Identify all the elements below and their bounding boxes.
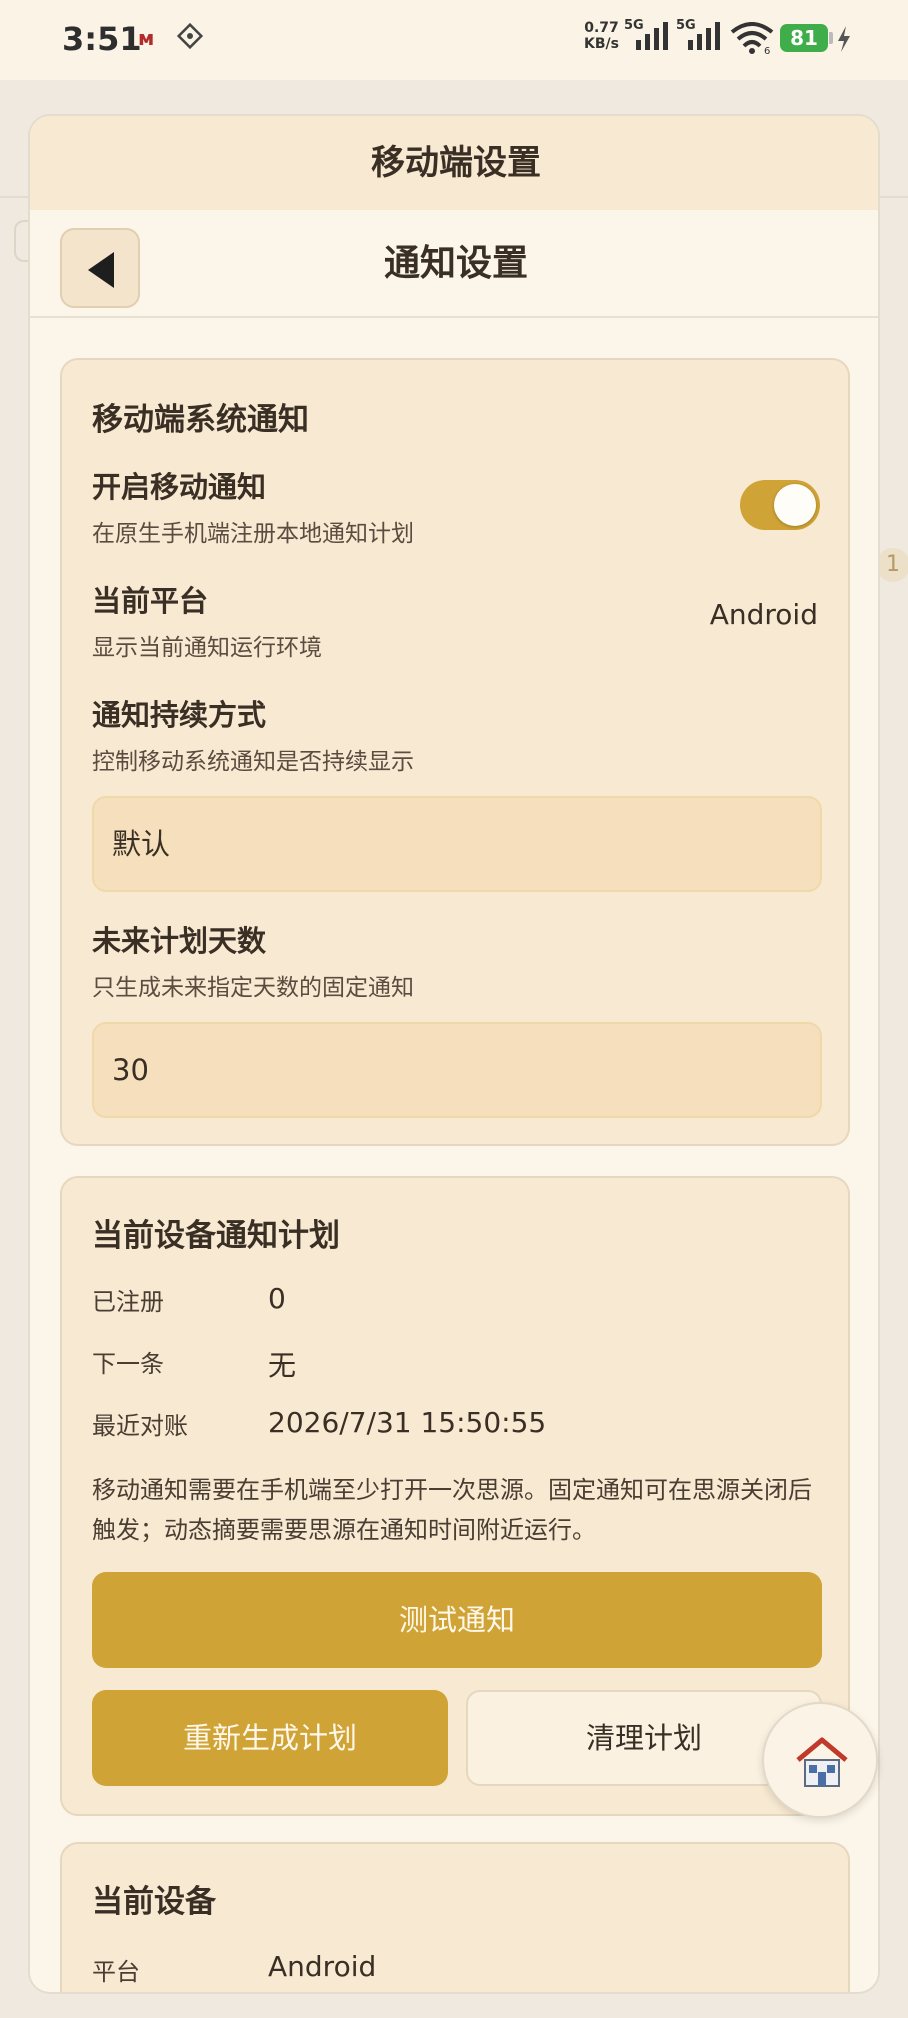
status-bar: 3:51 ᴍ 0.77 KB/s 5G 5G 6 81 — [0, 0, 908, 80]
home-fab-button[interactable] — [762, 1702, 878, 1818]
registered-value: 0 — [268, 1282, 286, 1315]
regenerate-plan-button[interactable]: 重新生成计划 — [92, 1690, 448, 1786]
days-desc: 只生成未来指定天数的固定通知 — [92, 975, 414, 1001]
platform-desc: 显示当前通知运行环境 — [92, 635, 322, 661]
device-platform-value: Android — [268, 1950, 377, 1983]
system-notify-card: 移动端系统通知 开启移动通知 在原生手机端注册本地通知计划 当前平台 显示当前通… — [60, 358, 850, 1146]
toggle-knob — [774, 484, 816, 526]
app-diamond-icon — [176, 22, 204, 50]
persist-select[interactable]: 默认 — [92, 796, 822, 892]
reconcile-value: 2026/7/31 15:50:55 — [268, 1406, 547, 1439]
page-title: 通知设置 — [383, 243, 528, 284]
app-notification-icon: ᴍ — [138, 26, 155, 50]
battery-tip — [829, 32, 833, 44]
days-input[interactable]: 30 — [92, 1022, 822, 1118]
card-title: 当前设备 — [92, 1884, 216, 1920]
platform-value: Android — [709, 598, 818, 631]
battery-indicator: 81 — [780, 24, 828, 52]
net-speed-value: 0.77 — [584, 20, 619, 36]
settings-dialog: 移动端设置 通知设置 移动端系统通知 开启移动通知 在原生手机端注册本地通知计划… — [28, 114, 880, 1994]
registered-key: 已注册 — [92, 1288, 164, 1316]
persist-desc: 控制移动系统通知是否持续显示 — [92, 749, 414, 775]
home-icon — [796, 1737, 848, 1787]
status-time: 3:51 — [62, 20, 142, 58]
signal-icon — [636, 22, 668, 50]
reconcile-key: 最近对账 — [92, 1412, 188, 1440]
enable-notify-toggle[interactable] — [740, 480, 820, 530]
device-platform-key: 平台 — [92, 1958, 140, 1986]
card-title: 移动端系统通知 — [92, 402, 309, 438]
back-button[interactable] — [60, 228, 140, 308]
card-title: 当前设备通知计划 — [92, 1218, 340, 1254]
days-label: 未来计划天数 — [92, 924, 267, 958]
persist-label: 通知持续方式 — [92, 698, 267, 732]
dialog-title: 移动端设置 — [30, 116, 878, 210]
platform-label: 当前平台 — [92, 584, 209, 618]
test-notify-button[interactable]: 测试通知 — [92, 1572, 822, 1668]
background-badge: 1 — [876, 548, 908, 582]
net-speed-unit: KB/s — [584, 36, 619, 52]
nav-bar: 通知设置 — [30, 210, 878, 318]
enable-notify-desc: 在原生手机端注册本地通知计划 — [92, 521, 414, 547]
charging-icon — [838, 26, 850, 52]
back-arrow-icon — [88, 252, 114, 288]
plan-note: 移动通知需要在手机端至少打开一次思源。固定通知可在思源关闭后触发；动态摘要需要思… — [92, 1476, 812, 1544]
net-speed: 0.77 KB/s — [584, 20, 619, 52]
current-device-card: 当前设备 平台 Android — [60, 1842, 850, 1992]
next-value: 无 — [268, 1349, 297, 1382]
enable-notify-label: 开启移动通知 — [92, 470, 267, 504]
wifi-badge: 6 — [764, 46, 770, 54]
next-key: 下一条 — [92, 1350, 164, 1378]
device-plan-card: 当前设备通知计划 已注册 0 下一条 无 最近对账 2026/7/31 15:5… — [60, 1176, 850, 1816]
wifi-icon: 6 — [730, 22, 774, 54]
signal-icon — [688, 22, 720, 50]
